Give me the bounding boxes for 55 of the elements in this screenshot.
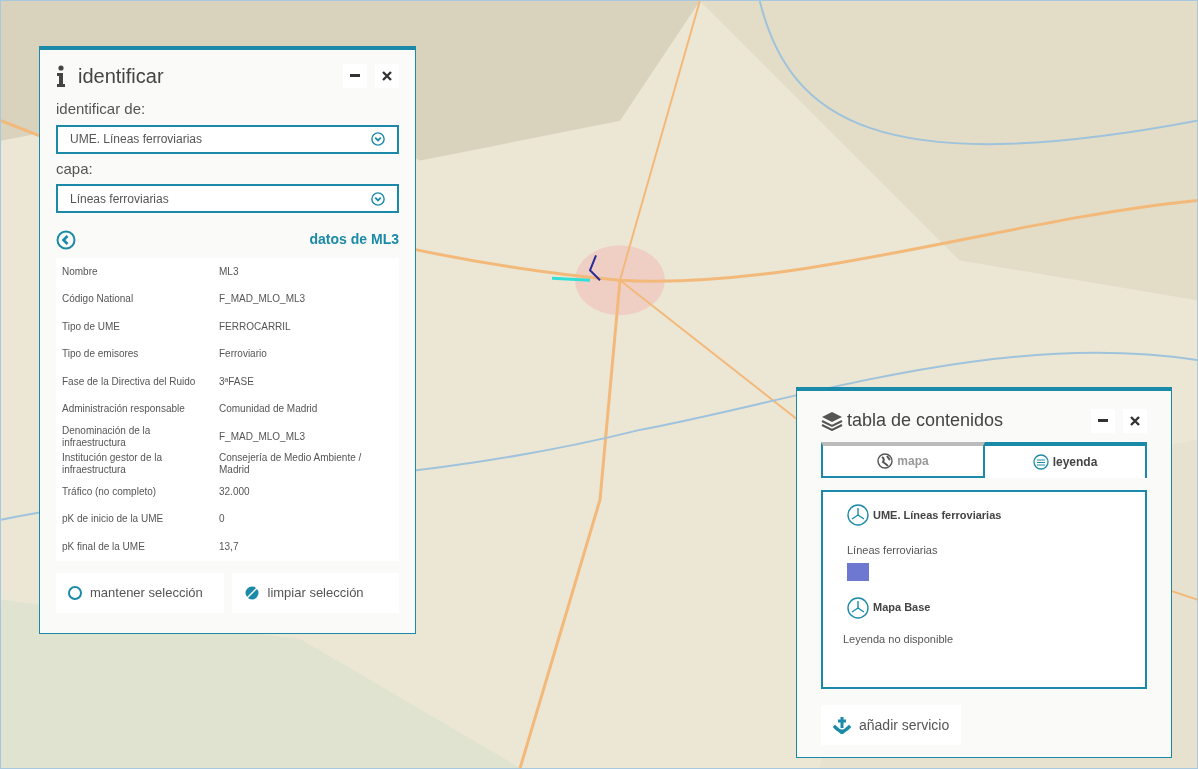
attribute-name: Código National <box>62 293 135 306</box>
panel-title: tabla de contenidos <box>847 409 1004 432</box>
chevron-down-icon <box>371 191 385 206</box>
layer-icon <box>847 596 869 619</box>
close-button[interactable] <box>1123 408 1147 433</box>
attribute-name: Institución gestor de la infraestructura <box>62 452 164 477</box>
close-icon <box>382 71 392 81</box>
close-icon <box>1130 415 1140 426</box>
back-icon <box>56 229 76 250</box>
info-icon <box>56 65 66 87</box>
field-label: capa: <box>56 158 94 179</box>
attribute-value: 3ªFASE <box>219 375 255 388</box>
attribute-name: Nombre <box>62 265 99 278</box>
attribute-value: F_MAD_MLO_ML3 <box>219 430 307 443</box>
back-button[interactable] <box>56 229 76 250</box>
minimize-button[interactable] <box>1091 408 1115 433</box>
attribute-name: Tipo de UME <box>62 320 121 333</box>
attribute-value: F_MAD_MLO_ML3 <box>219 293 307 306</box>
close-button[interactable] <box>375 64 399 88</box>
attribute-name: Tipo de emisores <box>62 348 140 361</box>
panel-title: identificar <box>78 64 164 89</box>
attribute-name: Tráfico (no completo) <box>62 485 158 498</box>
field-label: identificar de: <box>56 99 147 119</box>
layer-select[interactable]: Líneas ferroviarias <box>56 184 399 213</box>
add-service-button[interactable]: añadir servicio <box>821 705 962 745</box>
attribute-value: 32.000 <box>219 485 251 498</box>
attribute-name: Fase de la Directiva del Ruido <box>62 375 197 388</box>
chevron-down-icon <box>371 132 385 146</box>
list-icon <box>1032 454 1049 470</box>
attribute-name: Administración responsable <box>62 403 186 416</box>
minimize-icon <box>350 74 360 78</box>
attribute-name: pK final de la UME <box>62 540 146 553</box>
legend-note: Leyenda no disponible <box>843 631 955 647</box>
attribute-name: pK de inicio de la UME <box>62 513 165 526</box>
attribute-value: 13,7 <box>219 540 240 553</box>
attribute-value: ML3 <box>219 265 240 278</box>
layers-icon <box>821 410 843 431</box>
details-title: datos de ML3 <box>309 230 399 249</box>
attribute-value: Ferroviario <box>219 348 268 361</box>
keep-selection-button[interactable]: mantener selección <box>56 572 224 613</box>
clear-selection-button[interactable]: limpiar selección <box>231 572 399 613</box>
tab[interactable]: leyenda <box>985 442 1147 478</box>
attribute-value: Consejería de Medio Ambiente / Madrid <box>219 452 363 477</box>
minimize-button[interactable] <box>343 64 367 88</box>
legend-label: Líneas ferroviarias <box>847 543 939 558</box>
source-select[interactable]: UME. Líneas ferroviarias <box>56 124 399 154</box>
layer-icon <box>847 504 869 526</box>
attribute-name: Denominación de la infraestructura <box>62 424 152 449</box>
layer-name: Mapa Base <box>873 600 931 616</box>
anchor-icon <box>833 716 851 734</box>
attribute-value: FERROCARRIL <box>219 320 292 333</box>
minimize-icon <box>1098 418 1108 423</box>
layer-name: UME. Líneas ferroviarias <box>873 507 1002 523</box>
attribute-value: 0 <box>219 513 226 526</box>
attribute-value: Comunidad de Madrid <box>219 403 319 416</box>
